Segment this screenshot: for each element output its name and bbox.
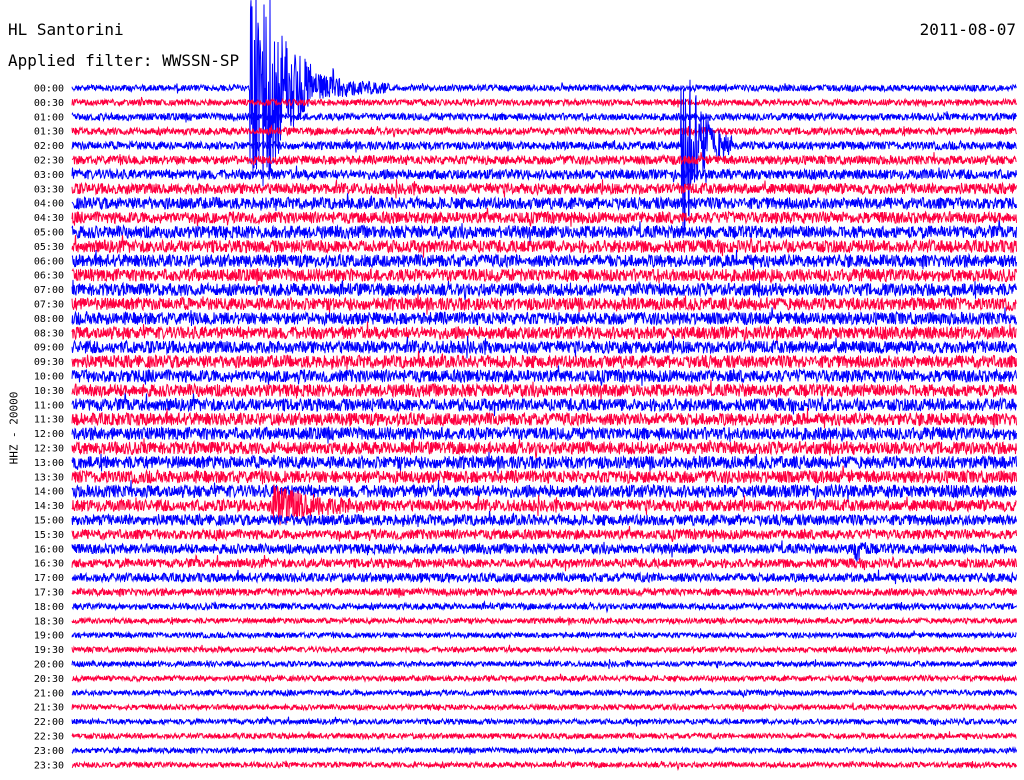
trace-line-0300 [71, 165, 1017, 183]
trace-line-1930 [71, 644, 1017, 655]
trace-line-1700 [71, 569, 1017, 585]
trace-line-1030 [71, 379, 1017, 402]
time-tick-label: 07:30 [34, 300, 64, 311]
time-tick-label: 08:00 [34, 314, 64, 325]
time-tick-label: 22:30 [34, 732, 64, 743]
trace-line-1730 [71, 586, 1017, 598]
time-tick-label: 07:00 [34, 285, 64, 296]
trace-line-0530 [71, 235, 1017, 258]
time-tick-label: 12:30 [34, 444, 64, 455]
time-tick-label: 23:00 [34, 746, 64, 757]
time-tick-label: 10:30 [34, 386, 64, 397]
trace-line-0130 [71, 124, 1017, 138]
time-tick-label: 17:30 [34, 588, 64, 599]
trace-line-0330 [71, 179, 1017, 199]
trace-line-2230 [71, 731, 1017, 741]
time-tick-label: 14:00 [34, 487, 64, 498]
time-tick-label: 14:30 [34, 501, 64, 512]
time-tick-label: 16:00 [34, 544, 64, 555]
time-tick-label: 15:30 [34, 530, 64, 541]
trace-line-1230 [71, 438, 1017, 459]
time-tick-label: 03:30 [34, 184, 64, 195]
time-tick-label: 08:30 [34, 328, 64, 339]
trace-line-2130 [71, 702, 1017, 712]
trace-line-2000 [71, 659, 1017, 669]
time-tick-label: 12:00 [34, 429, 64, 440]
time-tick-label: 10:00 [34, 372, 64, 383]
time-tick-label: 18:00 [34, 602, 64, 613]
trace-line-2300 [71, 745, 1017, 755]
time-tick-label: 15:00 [34, 516, 64, 527]
trace-line-0730 [71, 293, 1017, 315]
time-tick-label: 04:30 [34, 213, 64, 224]
time-tick-label: 17:00 [34, 573, 64, 584]
time-label-layer: 00:00 00:30 01:00 01:30 02:00 02:30 03:00 03:30… [34, 84, 64, 772]
trace-line-1000 [71, 365, 1017, 386]
time-tick-label: 19:30 [34, 645, 64, 656]
trace-line-2330 [71, 759, 1017, 771]
trace-line-0930 [71, 350, 1017, 370]
trace-line-0430 [71, 207, 1017, 227]
trace-line-1500 [71, 510, 1017, 528]
trace-line-1900 [71, 630, 1017, 640]
time-tick-label: 01:30 [34, 127, 64, 138]
time-tick-label: 20:00 [34, 660, 64, 671]
time-tick-label: 18:30 [34, 616, 64, 627]
trace-line-0500 [71, 219, 1017, 244]
time-tick-label: 02:30 [34, 156, 64, 167]
trace-line-0030 [71, 96, 1017, 108]
trace-line-1600 [71, 540, 1017, 562]
time-tick-label: 21:00 [34, 688, 64, 699]
trace-line-0400 [71, 193, 1017, 211]
time-tick-label: 09:00 [34, 343, 64, 354]
trace-line-1530 [71, 526, 1017, 543]
time-tick-label: 02:00 [34, 141, 64, 152]
time-tick-label: 21:30 [34, 703, 64, 714]
trace-line-0100 [71, 111, 1017, 123]
time-tick-label: 13:00 [34, 458, 64, 469]
trace-line-2100 [71, 688, 1017, 699]
trace-line-2200 [71, 716, 1017, 727]
time-tick-label: 01:00 [34, 112, 64, 123]
trace-line-0700 [71, 279, 1017, 301]
time-tick-label: 05:00 [34, 228, 64, 239]
time-tick-label: 04:00 [34, 199, 64, 210]
trace-line-0630 [71, 267, 1017, 286]
time-tick-label: 11:30 [34, 415, 64, 426]
trace-line-1400 [71, 479, 1017, 502]
time-tick-label: 00:00 [34, 84, 64, 95]
trace-line-0830 [71, 321, 1017, 344]
time-tick-label: 16:30 [34, 559, 64, 570]
trace-line-1130 [71, 408, 1017, 429]
trace-line-0800 [71, 307, 1017, 327]
time-tick-label: 06:00 [34, 256, 64, 267]
time-tick-label: 13:30 [34, 472, 64, 483]
trace-line-0230 [71, 152, 1017, 167]
time-tick-label: 00:30 [34, 98, 64, 109]
time-tick-label: 09:30 [34, 357, 64, 368]
time-tick-label: 22:00 [34, 717, 64, 728]
time-tick-label: 20:30 [34, 674, 64, 685]
time-tick-label: 11:00 [34, 400, 64, 411]
trace-line-1800 [71, 600, 1017, 614]
time-tick-label: 03:00 [34, 170, 64, 181]
trace-line-1300 [71, 451, 1017, 474]
time-tick-label: 05:30 [34, 242, 64, 253]
trace-line-1200 [71, 425, 1017, 444]
trace-layer [71, 0, 1017, 771]
trace-line-2030 [71, 673, 1017, 684]
trace-line-1830 [71, 616, 1017, 626]
trace-line-1630 [71, 554, 1017, 572]
time-tick-label: 23:30 [34, 760, 64, 771]
trace-line-0900 [71, 335, 1017, 359]
time-tick-label: 19:00 [34, 631, 64, 642]
time-tick-label: 06:30 [34, 271, 64, 282]
trace-line-1100 [71, 392, 1017, 417]
helicorder-plot: 00:00 00:30 01:00 01:30 02:00 02:30 03:00 03:30… [34, 0, 1017, 772]
